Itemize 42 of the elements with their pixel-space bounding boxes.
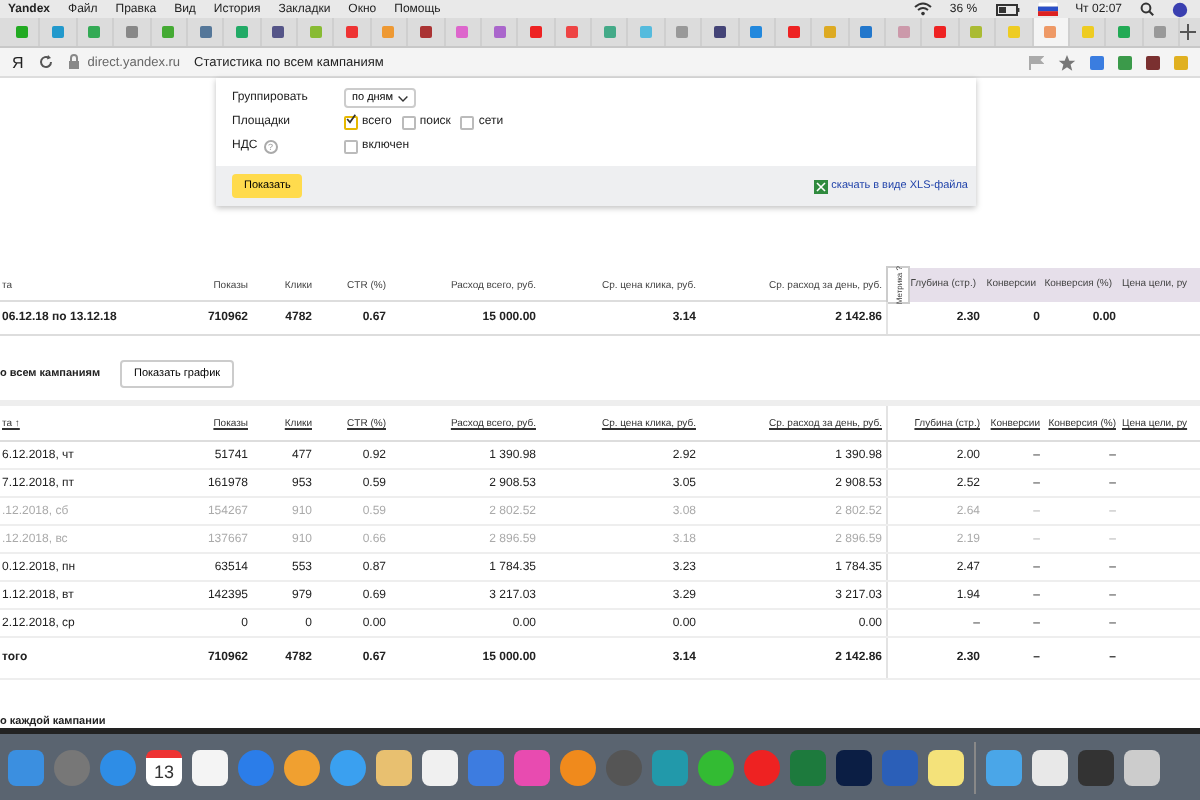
- favicon-icon[interactable]: [272, 26, 285, 39]
- favicon-icon[interactable]: [860, 26, 873, 39]
- bookmark-flag-icon[interactable]: [1028, 55, 1044, 70]
- calendar-icon[interactable]: 13: [146, 749, 182, 786]
- plus-icon[interactable]: [1180, 24, 1196, 41]
- app-icon[interactable]: [376, 749, 412, 786]
- favicon-icon[interactable]: [750, 26, 763, 39]
- favicon-icon[interactable]: [566, 26, 579, 39]
- app-icon[interactable]: [1032, 749, 1068, 786]
- checkbox[interactable]: [344, 115, 358, 130]
- lock-icon: [67, 54, 80, 71]
- reload-icon[interactable]: [37, 54, 54, 71]
- app-icon[interactable]: [284, 749, 320, 786]
- app-icon[interactable]: [928, 749, 964, 786]
- app-icon[interactable]: [1078, 749, 1114, 786]
- caret-icon: [397, 95, 408, 102]
- favicon-icon[interactable]: [787, 26, 800, 39]
- app-icon[interactable]: [560, 749, 596, 786]
- spreadsheet-icon: [813, 179, 828, 194]
- favicon-icon[interactable]: [199, 26, 212, 39]
- checkbox[interactable]: [344, 139, 358, 154]
- search-icon[interactable]: [1140, 2, 1154, 17]
- app-icon[interactable]: [698, 749, 734, 786]
- checkbox[interactable]: [401, 115, 416, 130]
- favicon-icon[interactable]: [934, 26, 947, 39]
- app-icon[interactable]: [986, 749, 1022, 786]
- app-icon[interactable]: [192, 749, 228, 786]
- app-icon[interactable]: [422, 749, 458, 786]
- app-icon[interactable]: [1124, 749, 1160, 786]
- battery-icon[interactable]: [995, 3, 1020, 16]
- favicon-icon[interactable]: [529, 26, 542, 39]
- star-icon[interactable]: [1058, 53, 1076, 72]
- app-icon[interactable]: [836, 749, 872, 786]
- circle-icon[interactable]: [1172, 1, 1188, 18]
- favicon-icon[interactable]: [713, 26, 726, 39]
- browser-logo[interactable]: Я: [12, 53, 24, 72]
- wifi-icon[interactable]: [913, 2, 932, 17]
- favicon-icon[interactable]: [419, 26, 432, 39]
- flag-icon[interactable]: [1037, 2, 1058, 17]
- favicon-icon[interactable]: [346, 26, 359, 39]
- checkbox[interactable]: [460, 115, 475, 130]
- favicon-icon[interactable]: [493, 26, 506, 39]
